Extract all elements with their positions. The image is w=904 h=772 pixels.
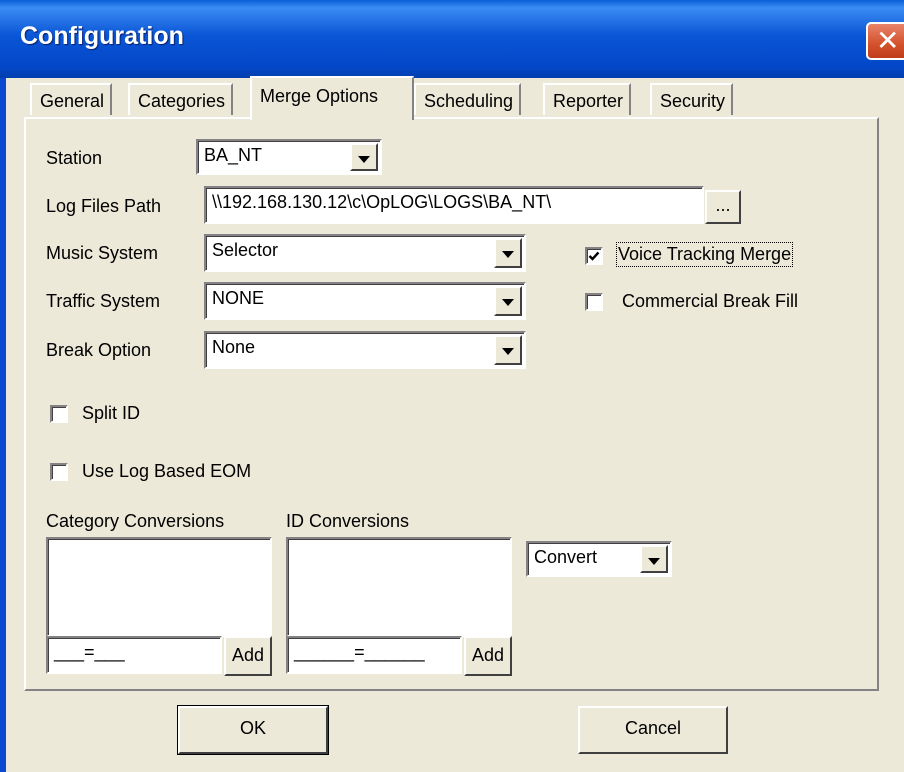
split-id-checkbox[interactable] <box>50 405 68 423</box>
panel-content: Station BA_NT Log Files Path \\192.168.1… <box>0 0 904 772</box>
category-add-button[interactable]: Add <box>224 636 272 676</box>
browse-button[interactable]: ... <box>705 190 741 224</box>
category-conversions-label: Category Conversions <box>46 511 225 531</box>
ok-button[interactable]: OK <box>177 705 329 755</box>
station-value: BA_NT <box>204 145 263 165</box>
break-option-label: Break Option <box>46 340 152 360</box>
music-system-label: Music System <box>46 243 159 263</box>
music-system-dropdown-button[interactable] <box>494 238 522 268</box>
break-option-select[interactable]: None <box>204 331 526 369</box>
chevron-down-icon <box>502 251 514 258</box>
station-select[interactable]: BA_NT <box>196 139 382 175</box>
id-conversions-label: ID Conversions <box>286 511 410 531</box>
voice-tracking-merge-checkbox[interactable] <box>585 247 603 265</box>
chevron-down-icon <box>502 299 514 306</box>
conversion-mode-select[interactable]: Convert <box>526 541 672 577</box>
station-dropdown-button[interactable] <box>350 143 378 171</box>
music-system-select[interactable]: Selector <box>204 234 526 272</box>
use-log-based-eom-label[interactable]: Use Log Based EOM <box>82 461 251 482</box>
category-conversion-value: ___=___ <box>54 642 125 662</box>
chevron-down-icon <box>358 156 370 163</box>
checkmark-icon <box>588 251 600 261</box>
commercial-break-fill-checkbox[interactable] <box>585 293 603 311</box>
traffic-system-value: NONE <box>212 288 265 308</box>
id-conversions-list[interactable] <box>286 537 512 637</box>
chevron-down-icon <box>502 348 514 355</box>
conversion-mode-value: Convert <box>534 547 598 567</box>
cancel-button[interactable]: Cancel <box>578 706 728 754</box>
music-system-value: Selector <box>212 240 279 260</box>
station-label: Station <box>46 148 103 168</box>
id-conversion-value: ______=______ <box>294 642 425 662</box>
category-conversion-input[interactable]: ___=___ <box>46 636 222 674</box>
configuration-dialog: Configuration ✕ General Categories Merge… <box>0 0 904 772</box>
traffic-system-label: Traffic System <box>46 291 161 311</box>
log-files-path-label: Log Files Path <box>46 196 162 216</box>
use-log-based-eom-checkbox[interactable] <box>50 463 68 481</box>
id-add-button[interactable]: Add <box>464 636 512 676</box>
log-files-path-input[interactable]: \\192.168.130.12\c\OpLOG\LOGS\BA_NT\ <box>204 186 704 224</box>
chevron-down-icon <box>648 558 660 565</box>
traffic-system-dropdown-button[interactable] <box>494 286 522 316</box>
traffic-system-select[interactable]: NONE <box>204 282 526 320</box>
commercial-break-fill-label[interactable]: Commercial Break Fill <box>622 291 798 312</box>
category-conversions-list[interactable] <box>46 537 272 637</box>
break-option-value: None <box>212 337 256 357</box>
conversion-mode-dropdown-button[interactable] <box>640 545 668 573</box>
log-files-path-value: \\192.168.130.12\c\OpLOG\LOGS\BA_NT\ <box>212 192 552 212</box>
break-option-dropdown-button[interactable] <box>494 335 522 365</box>
voice-tracking-merge-label[interactable]: Voice Tracking Merge <box>615 242 794 267</box>
split-id-label[interactable]: Split ID <box>82 403 140 424</box>
id-conversion-input[interactable]: ______=______ <box>286 636 462 674</box>
